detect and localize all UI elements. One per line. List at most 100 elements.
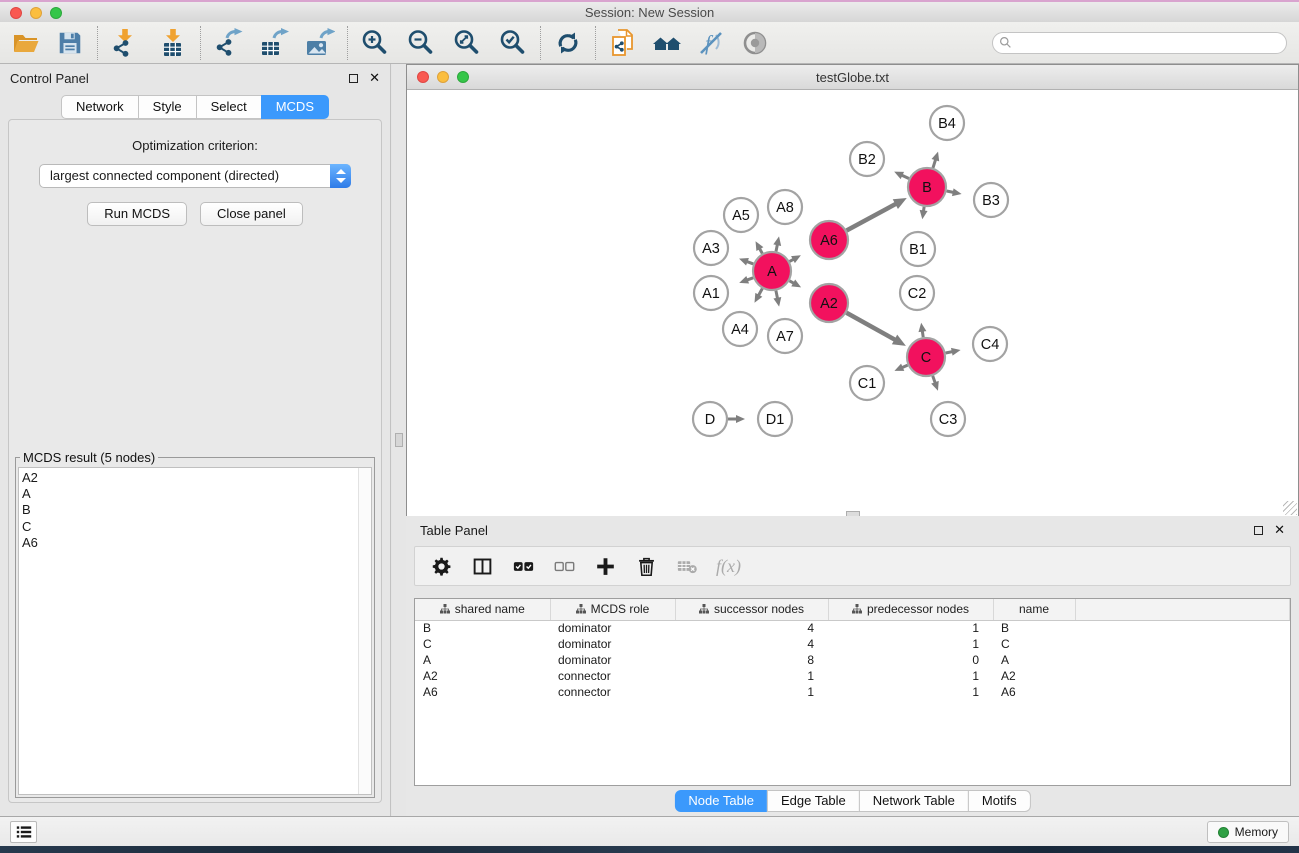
mcds-result-list: A2ABCA6: [19, 468, 358, 794]
table-toolbar: f(x): [414, 546, 1291, 586]
close-window-icon[interactable]: [10, 7, 22, 19]
tab-node-table[interactable]: Node Table: [674, 790, 768, 812]
tab-network[interactable]: Network: [61, 95, 139, 119]
select-all-columns-icon[interactable]: [511, 554, 535, 578]
export-image-icon[interactable]: [304, 27, 336, 59]
table-row[interactable]: A2connector11A2: [415, 668, 1290, 684]
delete-table-icon[interactable]: [675, 554, 699, 578]
node-table: shared nameMCDS rolesuccessor nodesprede…: [414, 598, 1291, 786]
mcds-result-item[interactable]: A2: [22, 470, 358, 486]
graph-edge-arrowhead: [918, 323, 926, 332]
network-zoom-icon[interactable]: [457, 71, 469, 83]
network-window-title: testGlobe.txt: [816, 70, 889, 85]
home-pair-icon[interactable]: [651, 27, 683, 59]
graph-edge-arrowhead: [739, 258, 749, 265]
delete-column-icon[interactable]: [634, 554, 658, 578]
deselect-all-columns-icon[interactable]: [552, 554, 576, 578]
float-panel-icon[interactable]: [349, 74, 358, 83]
criterion-dropdown[interactable]: largest connected component (directed): [39, 164, 351, 188]
dropdown-stepper-icon[interactable]: [330, 164, 351, 188]
tab-network-table[interactable]: Network Table: [859, 790, 969, 812]
import-table-icon[interactable]: [157, 27, 189, 59]
graph-edge-A6-B[interactable]: [847, 203, 898, 230]
result-scrollbar[interactable]: [358, 468, 371, 794]
column-header-MCDS-role[interactable]: MCDS role: [550, 599, 675, 620]
application-window: Session: New Session: [0, 0, 1299, 853]
network-canvas[interactable]: B4B2BB3A8A5A6A3B1AA1C2A2A4A7C4CC1C3DD1: [407, 90, 1298, 516]
graph-edge-arrowhead: [773, 297, 781, 307]
graph-node-label-A1: A1: [702, 286, 720, 302]
graph-node-label-A7: A7: [776, 329, 794, 345]
minimize-window-icon[interactable]: [30, 7, 42, 19]
memory-status-icon: [1218, 827, 1229, 838]
tab-motifs[interactable]: Motifs: [968, 790, 1031, 812]
column-header-successor-nodes[interactable]: successor nodes: [675, 599, 828, 620]
table-row[interactable]: Cdominator41C: [415, 636, 1290, 652]
mcds-result-item[interactable]: A: [22, 486, 358, 502]
mcds-result-item[interactable]: C: [22, 519, 358, 535]
node-table-body: Bdominator41BCdominator41CAdominator80AA…: [415, 620, 1290, 700]
graph-node-label-C: C: [921, 350, 931, 366]
network-close-icon[interactable]: [417, 71, 429, 83]
mcds-panel: Optimization criterion: largest connecte…: [8, 119, 382, 803]
graph-node-label-A6: A6: [820, 233, 838, 249]
mcds-result-item[interactable]: A6: [22, 535, 358, 551]
column-header-shared-name[interactable]: shared name: [415, 599, 550, 620]
zoom-selected-icon[interactable]: [497, 27, 529, 59]
graph-edge-arrowhead: [951, 348, 961, 356]
save-icon[interactable]: [54, 27, 86, 59]
function-builder-icon[interactable]: f(x): [716, 556, 741, 577]
table-row[interactable]: Adominator80A: [415, 652, 1290, 668]
control-panel-title: Control Panel: [10, 71, 89, 86]
graph-node-label-A2: A2: [820, 296, 838, 312]
run-mcds-button[interactable]: Run MCDS: [87, 202, 187, 226]
duplicate-network-icon[interactable]: [607, 27, 639, 59]
table-row[interactable]: A6connector11A6: [415, 684, 1290, 700]
graph-node-label-A5: A5: [732, 208, 750, 224]
column-header-predecessor-nodes[interactable]: predecessor nodes: [828, 599, 993, 620]
tab-select[interactable]: Select: [196, 95, 262, 119]
network-minimize-icon[interactable]: [437, 71, 449, 83]
close-table-panel-icon[interactable]: [1274, 522, 1285, 538]
close-panel-icon[interactable]: [369, 70, 380, 86]
optimization-criterion-label: Optimization criterion:: [9, 138, 381, 153]
table-row[interactable]: Bdominator41B: [415, 620, 1290, 636]
import-network-icon[interactable]: [109, 27, 141, 59]
graph-node-label-C3: C3: [939, 412, 958, 428]
zoom-in-icon[interactable]: [359, 27, 391, 59]
show-columns-icon[interactable]: [470, 554, 494, 578]
mcds-result-item[interactable]: B: [22, 502, 358, 518]
zoom-window-icon[interactable]: [50, 7, 62, 19]
zoom-fit-icon[interactable]: [451, 27, 483, 59]
tab-style[interactable]: Style: [138, 95, 197, 119]
window-titlebar[interactable]: Session: New Session: [0, 0, 1299, 22]
task-history-button[interactable]: [10, 821, 37, 843]
refresh-icon[interactable]: [552, 27, 584, 59]
zoom-out-icon[interactable]: [405, 27, 437, 59]
export-table-icon[interactable]: [258, 27, 290, 59]
column-header-name[interactable]: name: [993, 599, 1075, 620]
add-column-icon[interactable]: [593, 554, 617, 578]
open-folder-icon[interactable]: [10, 27, 42, 59]
graph-node-label-B2: B2: [858, 152, 876, 168]
vertical-splitter[interactable]: [392, 64, 406, 816]
function-off-icon[interactable]: f: [695, 27, 727, 59]
graph-node-label-A4: A4: [731, 322, 749, 338]
graph-node-label-D: D: [705, 412, 715, 428]
graph-edge-A2-C[interactable]: [846, 313, 896, 341]
float-table-panel-icon[interactable]: [1254, 526, 1263, 535]
graph-node-label-C1: C1: [858, 376, 877, 392]
splitter-grip[interactable]: [395, 433, 403, 447]
tab-mcds[interactable]: MCDS: [261, 95, 329, 119]
close-panel-button[interactable]: Close panel: [200, 202, 303, 226]
export-network-icon[interactable]: [212, 27, 244, 59]
graph-edge-arrowhead: [773, 236, 781, 246]
traffic-lights: [10, 7, 62, 19]
tab-edge-table[interactable]: Edge Table: [767, 790, 860, 812]
search-input[interactable]: [992, 32, 1287, 54]
network-window-titlebar[interactable]: testGlobe.txt: [407, 65, 1298, 90]
settings-gear-icon[interactable]: [429, 554, 453, 578]
eye-icon[interactable]: [739, 27, 771, 59]
memory-button[interactable]: Memory: [1207, 821, 1289, 843]
resize-grip-icon[interactable]: [1283, 501, 1297, 515]
